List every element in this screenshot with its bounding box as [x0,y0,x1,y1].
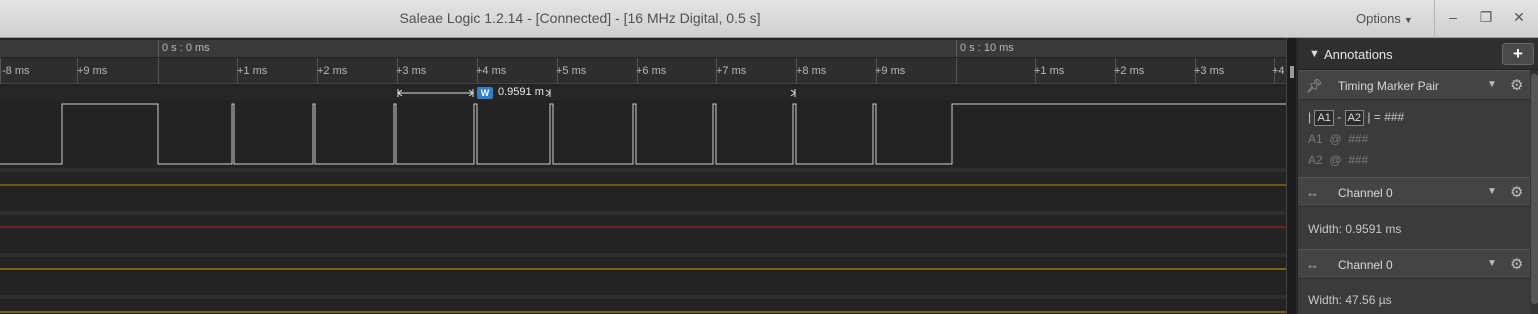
delta-value: ### [1384,110,1405,124]
waveform-area[interactable]: 0 s : 0 ms 0 s : 10 ms -8 ms +9 ms +1 ms… [0,38,1286,314]
marker-pin-icon: 📌︎ [1306,78,1323,93]
a2-value: ### [1348,153,1369,167]
scroll-grip[interactable] [1290,66,1294,78]
divider [1434,0,1435,38]
measurement-arrow [397,89,796,97]
channel-0-trace [0,103,1286,165]
gear-icon[interactable]: ⚙ [1510,255,1523,273]
waveform-traces[interactable] [0,38,1286,314]
dropdown-triangle-icon[interactable]: ▼ [1487,186,1497,197]
annotations-title: Annotations [1324,47,1393,62]
chevron-down-icon: ▼ [1403,15,1413,25]
a1-row: A1 @ ### [1308,132,1369,146]
marker-pair-formula: | A1 - A2 | = ### [1308,110,1405,126]
title-bar: Saleae Logic 1.2.14 - [Connected] - [16 … [0,0,1538,38]
measurement-header[interactable]: ↔ Channel 0 ▼ ⚙ [1298,177,1530,207]
gear-icon[interactable]: ⚙ [1510,76,1523,94]
gear-icon[interactable]: ⚙ [1510,183,1523,201]
annotations-scrollbar[interactable] [1530,70,1538,314]
collapse-triangle-icon[interactable]: ▼ [1309,48,1320,60]
measurement-channel: Channel 0 [1338,258,1393,272]
a2-label: A2 [1308,153,1323,167]
measurement-channel: Channel 0 [1338,186,1393,200]
add-annotation-button[interactable]: + [1502,43,1534,65]
dropdown-triangle-icon[interactable]: ▼ [1487,258,1497,269]
close-button[interactable]: ✕ [1506,6,1532,28]
annotations-header[interactable]: ▼ Annotations + [1298,38,1538,70]
a1-key[interactable]: A1 [1314,110,1334,126]
restore-button[interactable]: ❐ [1473,6,1499,28]
timing-marker-pair-title: Timing Marker Pair [1338,79,1439,93]
minimize-button[interactable]: ‒ [1440,6,1466,28]
scroll-thumb[interactable] [1531,74,1538,304]
a1-value: ### [1348,132,1369,146]
dropdown-triangle-icon[interactable]: ▼ [1487,79,1497,90]
options-label: Options [1356,11,1401,26]
measurement-width: Width: 0.9591 ms [1308,222,1402,236]
timing-marker-pair-header[interactable]: 📌︎ Timing Marker Pair ▼ ⚙ [1298,70,1530,100]
waveform-scrollbar[interactable] [1286,38,1296,314]
a2-row: A2 @ ### [1308,153,1369,167]
width-arrow-icon: ↔ [1306,257,1319,272]
width-arrow-icon: ↔ [1306,185,1319,200]
a2-key[interactable]: A2 [1344,110,1365,126]
measurement-header[interactable]: ↔ Channel 0 ▼ ⚙ [1298,249,1530,279]
window-title: Saleae Logic 1.2.14 - [Connected] - [16 … [399,10,761,26]
measurement-width: Width: 47.56 µs [1308,293,1392,307]
options-menu[interactable]: Options ▼ [1356,11,1413,26]
a1-label: A1 [1308,132,1323,146]
annotations-panel: ▼ Annotations + 📌︎ Timing Marker Pair ▼ … [1297,38,1538,314]
